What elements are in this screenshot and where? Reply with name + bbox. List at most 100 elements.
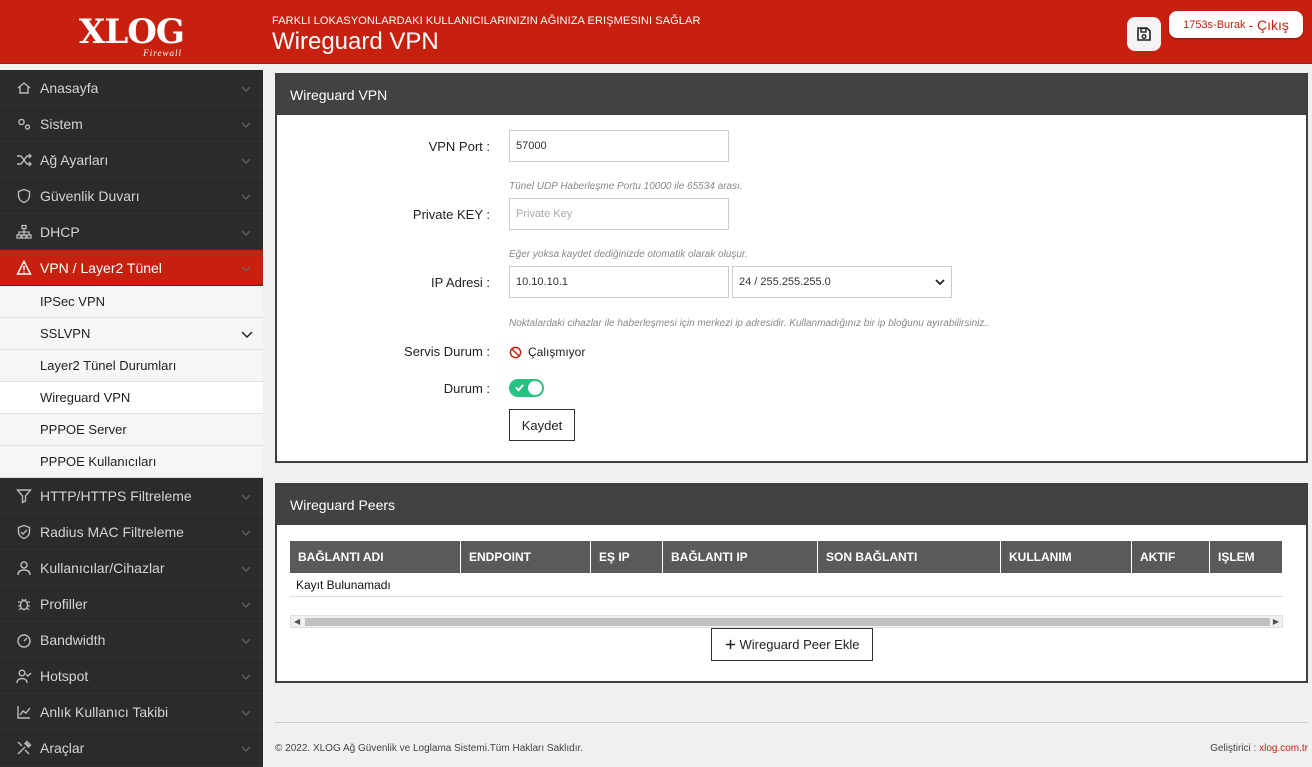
vpn-port-label: VPN Port : [428, 139, 490, 154]
user-box: 1753s-Burak - Çıkış [1169, 11, 1303, 38]
submenu-item-label: SSLVPN [40, 326, 91, 341]
chevron-down-icon [241, 194, 251, 200]
column-header[interactable]: BAĞLANTI IP [663, 541, 818, 573]
chevron-down-icon [241, 331, 253, 339]
submenu-item-label: IPSec VPN [40, 294, 106, 309]
column-header[interactable]: ENDPOINT [461, 541, 591, 573]
add-peer-label: Wireguard Peer Ekle [739, 637, 860, 652]
submenu-item-wireguard-vpn[interactable]: Wireguard VPN [0, 382, 263, 414]
save-button[interactable]: Kaydet [509, 409, 575, 441]
floppy-disk-icon [1137, 27, 1151, 41]
sidebar-item-hotspot[interactable]: Hotspot [0, 658, 263, 694]
shield-check-icon [15, 523, 33, 541]
wireguard-peers-card: Wireguard Peers BAĞLANTI ADI ENDPOINT EŞ I… [275, 483, 1308, 683]
save-config-button[interactable] [1127, 17, 1161, 51]
chevron-down-icon [241, 530, 251, 536]
sidebar-item-anl-k-kullan-c-takibi[interactable]: Anlık Kullanıcı Takibi [0, 694, 263, 730]
sidebar-item-http-https-filtreleme[interactable]: HTTP/HTTPS Filtreleme [0, 478, 263, 514]
private-key-input[interactable]: Private Key [509, 198, 729, 230]
sidebar-item-a-ayarlar[interactable]: Ağ Ayarları [0, 142, 263, 178]
sidebar-item-dhcp[interactable]: DHCP [0, 214, 263, 250]
subnet-mask-select[interactable]: 24 / 255.255.255.0 [732, 266, 952, 298]
sidebar-item-sistem[interactable]: Sistem [0, 106, 263, 142]
subnet-mask-value: 24 / 255.255.255.0 [739, 276, 831, 288]
sidebar-item-label: HTTP/HTTPS Filtreleme [40, 487, 192, 504]
chevron-down-icon [241, 230, 251, 236]
scroll-left-icon[interactable]: ◀ [294, 618, 300, 626]
peers-table: BAĞLANTI ADI ENDPOINT EŞ IP BAĞLANTI IP SON … [290, 541, 1283, 597]
sidebar-item-anasayfa[interactable]: Anasayfa [0, 70, 263, 106]
sidebar-item-radius-mac-filtreleme[interactable]: Radius MAC Filtreleme [0, 514, 263, 550]
submenu-item-ipsec-vpn[interactable]: IPSec VPN [0, 286, 263, 318]
submenu-item-sslvpn[interactable]: SSLVPN [0, 318, 263, 350]
logout-link[interactable]: - Çıkış [1248, 17, 1288, 33]
add-peer-button[interactable]: Wireguard Peer Ekle [711, 628, 873, 661]
scrollbar-thumb[interactable] [305, 618, 1270, 626]
shield-icon [15, 187, 33, 205]
status-label: Durum : [443, 381, 490, 396]
shuffle-icon [15, 151, 33, 169]
submenu-item-label: Layer2 Tünel Durumları [40, 358, 177, 373]
chevron-down-icon [241, 674, 251, 680]
chevron-down-icon [241, 566, 251, 572]
user-check-icon [15, 667, 33, 685]
footer-developer: Geliştirici : xlog.com.tr [1160, 743, 1308, 754]
chevron-down-icon [241, 266, 251, 272]
chevron-down-icon [241, 494, 251, 500]
scroll-right-icon[interactable]: ▶ [1273, 618, 1279, 626]
sidebar-item-profiller[interactable]: Profiller [0, 586, 263, 622]
chevron-down-icon [935, 279, 945, 286]
page-title: Wireguard VPN [272, 28, 439, 55]
horizontal-scrollbar[interactable]: ◀ ▶ [290, 615, 1283, 628]
chevron-down-icon [241, 638, 251, 644]
sidebar-item-label: DHCP [40, 223, 80, 240]
sidebar-item-label: Sistem [40, 115, 83, 132]
sidebar-item-label: Araçlar [40, 739, 85, 756]
gauge-icon [15, 631, 33, 649]
developer-link[interactable]: xlog.com.tr [1259, 743, 1308, 754]
sidebar-item-label: Ağ Ayarları [40, 151, 109, 168]
sidebar-item-label: Kullanıcılar/Cihazlar [40, 559, 165, 576]
sidebar-item-ara-lar[interactable]: Araçlar [0, 730, 263, 766]
chevron-down-icon [241, 86, 251, 92]
service-status-value: Çalışmıyor [528, 345, 586, 359]
filter-icon [15, 487, 33, 505]
logo[interactable]: XLOG Firewall [0, 0, 263, 64]
plus-icon [725, 639, 735, 650]
private-key-hint: Eğer yoksa kaydet dediğinizde otomatik o… [509, 249, 748, 260]
column-header[interactable]: AKTIF [1132, 541, 1210, 573]
logo-text: XLOG [79, 12, 185, 52]
submenu-item-pppoe-server[interactable]: PPPOE Server [0, 414, 263, 446]
user-name[interactable]: 1753s-Burak [1183, 19, 1245, 31]
sidebar-item-label: Hotspot [40, 667, 89, 684]
submenu-item-layer2-t-nel-durumlar[interactable]: Layer2 Tünel Durumları [0, 350, 263, 382]
column-header[interactable]: BAĞLANTI ADI [290, 541, 461, 573]
card-title: Wireguard VPN [277, 75, 1306, 115]
user-icon [15, 559, 33, 577]
sitemap-icon [15, 223, 33, 241]
sidebar-item-label: VPN / Layer2 Tünel [40, 259, 162, 276]
warning-icon [15, 259, 33, 277]
ip-address-input[interactable]: 10.10.10.1 [509, 266, 729, 298]
sidebar-item-label: Radius MAC Filtreleme [40, 523, 184, 540]
column-header[interactable]: SON BAĞLANTI [818, 541, 1001, 573]
sidebar-item-label: Anasayfa [40, 79, 99, 96]
footer-copyright: © 2022. XLOG Ağ Güvenlik ve Loglama Sist… [275, 743, 584, 754]
empty-row: Kayıt Bulunamadı [290, 573, 1283, 597]
sidebar-item-vpn-layer2-t-nel[interactable]: VPN / Layer2 Tünel [0, 250, 263, 286]
submenu-item-pppoe-kullan-c-lar[interactable]: PPPOE Kullanıcıları [0, 446, 263, 478]
vpn-port-hint: Tünel UDP Haberleşme Portu 10000 ile 655… [509, 181, 743, 192]
sidebar-item-kullan-c-lar-cihazlar[interactable]: Kullanıcılar/Cihazlar [0, 550, 263, 586]
vpn-submenu: IPSec VPN SSLVPN Layer2 Tünel Durumları … [0, 286, 263, 478]
column-header[interactable]: EŞ IP [591, 541, 663, 573]
vpn-port-input[interactable]: 57000 [509, 130, 729, 162]
ip-address-hint: Noktalardaki cihazlar ile haberleşmesi i… [509, 318, 990, 329]
chevron-down-icon [241, 602, 251, 608]
column-header[interactable]: KULLANIM [1001, 541, 1132, 573]
column-header[interactable]: IŞLEM [1210, 541, 1283, 573]
sidebar-item-label: Anlık Kullanıcı Takibi [40, 703, 169, 720]
sidebar-item-g-venlik-duvar[interactable]: Güvenlik Duvarı [0, 178, 263, 214]
submenu-item-label: PPPOE Server [40, 422, 127, 437]
status-toggle[interactable] [509, 379, 544, 397]
sidebar-item-bandwidth[interactable]: Bandwidth [0, 622, 263, 658]
